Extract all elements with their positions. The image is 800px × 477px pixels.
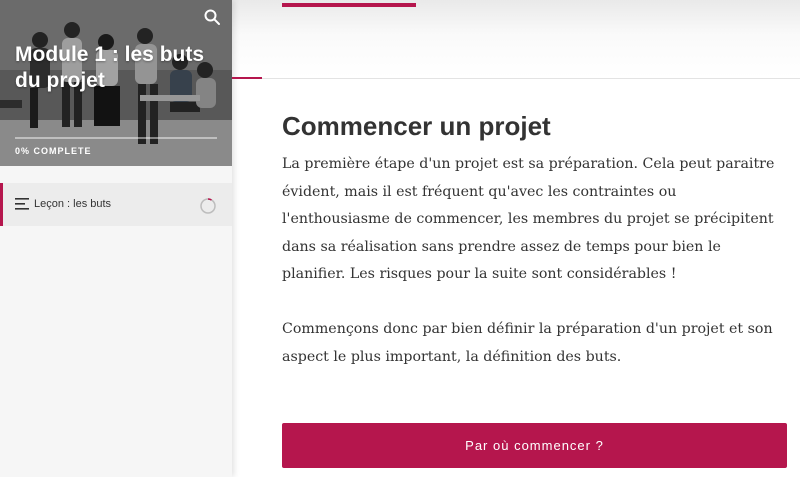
lesson-heading: Commencer un projet xyxy=(282,111,551,141)
lesson-paragraph: Commençons donc par bien définir la prép… xyxy=(282,321,773,365)
sidebar-item-lesson-les-buts[interactable]: Leçon : les buts xyxy=(0,183,232,226)
lines-icon xyxy=(15,198,29,210)
top-tab-indicator xyxy=(282,3,416,7)
search-icon[interactable] xyxy=(203,8,221,26)
lesson-top-bar xyxy=(232,0,800,79)
course-progress-label: 0% COMPLETE xyxy=(15,146,92,156)
lesson-paragraph: La première étape d'un projet est sa pré… xyxy=(282,156,775,282)
progress-ring-icon xyxy=(200,198,216,214)
course-hero: Module 1 : les buts du projet 0% COMPLET… xyxy=(0,0,232,166)
active-lesson-indicator xyxy=(0,183,3,226)
course-progress-bar xyxy=(15,137,217,139)
sidebar-item-label: Leçon : les buts xyxy=(34,198,112,210)
sidebar: Module 1 : les buts du projet 0% COMPLET… xyxy=(0,0,232,477)
accent-line xyxy=(232,77,262,79)
course-title: Module 1 : les buts du projet xyxy=(15,43,205,92)
start-button[interactable]: Par où commencer ? xyxy=(282,423,787,468)
